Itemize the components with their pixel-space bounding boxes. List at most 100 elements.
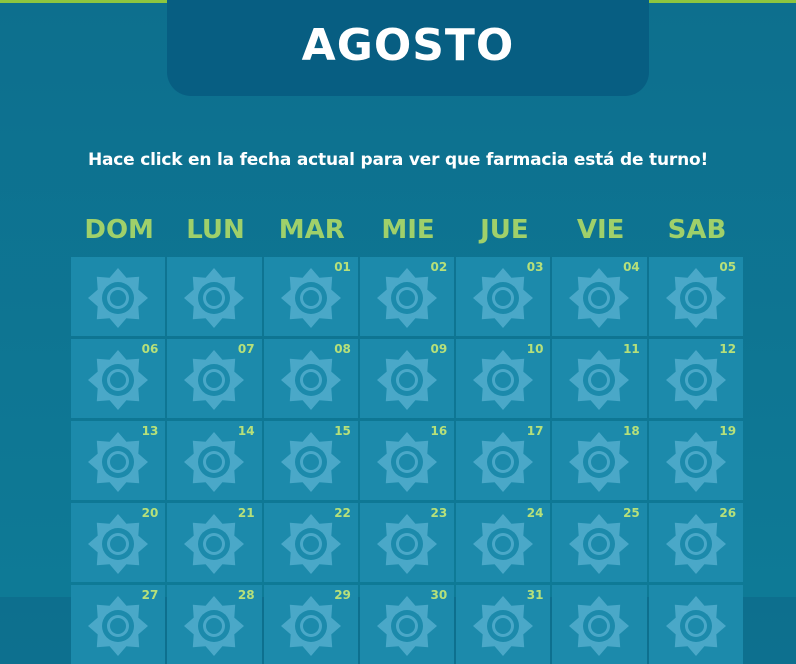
sun-icon [376,349,438,411]
day-number: 15 [334,424,351,438]
calendar-day-cell[interactable]: 05 [648,257,744,336]
calendar-day-cell[interactable]: 19 [648,421,744,500]
calendar-day-cell[interactable]: 16 [359,421,455,500]
day-number: 25 [623,506,640,520]
weekday-header-row: DOM LUN MAR MIE JUE VIE SAB [71,210,745,250]
day-number: 08 [334,342,351,356]
day-number: 05 [719,260,737,274]
calendar-empty-cell [167,257,262,336]
day-number: 14 [237,424,255,438]
calendar-day-cell[interactable]: 20 [71,503,166,582]
day-number: 13 [141,424,159,438]
sun-icon [87,267,149,329]
day-number: 20 [141,506,159,520]
sun-icon [376,595,438,657]
sun-icon [280,513,342,575]
weekday-wednesday: MIE [381,215,435,245]
calendar-day-cell[interactable]: 08 [263,339,358,418]
day-number: 27 [141,588,159,602]
weekday-monday: LUN [186,215,245,245]
calendar-day-cell[interactable]: 15 [263,421,358,500]
day-number: 18 [623,424,640,438]
day-number: 17 [526,424,544,438]
sun-icon [472,431,534,493]
calendar-grid: 01 02 03 04 05 06 07 08 09 10 11 12 13 14 15 16 17 18 19 20… [71,257,745,664]
day-number: 03 [526,260,544,274]
calendar-empty-cell [71,257,166,336]
day-number: 06 [141,342,159,356]
sun-icon [568,431,630,493]
calendar-day-cell[interactable]: 25 [552,503,647,582]
day-number: 12 [719,342,737,356]
sun-icon [376,513,438,575]
calendar-day-cell[interactable]: 11 [552,339,647,418]
sun-icon [87,513,149,575]
sun-icon [183,267,245,329]
day-number: 28 [237,588,255,602]
calendar-day-cell[interactable]: 26 [648,503,744,582]
sun-icon [568,267,630,329]
calendar-day-cell[interactable]: 12 [648,339,744,418]
day-number: 30 [430,588,448,602]
calendar-day-cell[interactable]: 01 [263,257,358,336]
day-number: 09 [430,342,448,356]
calendar-day-cell[interactable]: 21 [167,503,262,582]
calendar-day-cell[interactable]: 17 [456,421,551,500]
weekday-friday: VIE [576,215,625,245]
sun-icon [280,267,342,329]
calendar-day-cell[interactable]: 02 [359,257,455,336]
day-number: 29 [334,588,351,602]
sun-icon [87,431,149,493]
calendar-day-cell[interactable]: 09 [359,339,455,418]
sun-icon [376,267,438,329]
sun-icon [665,595,727,657]
sun-icon [568,595,630,657]
day-number: 22 [334,506,351,520]
weekday-tuesday: MAR [278,215,345,245]
calendar-day-cell[interactable]: 07 [167,339,262,418]
calendar-day-cell[interactable]: 04 [552,257,647,336]
sun-icon [183,349,245,411]
day-number: 01 [334,260,351,274]
calendar-day-cell[interactable]: 22 [263,503,358,582]
day-number: 04 [623,260,640,274]
sun-icon [472,349,534,411]
instruction-text: Hace click en la fecha actual para ver q… [87,150,709,170]
calendar-day-cell[interactable]: 03 [456,257,551,336]
sun-icon [280,431,342,493]
calendar-day-cell[interactable]: 23 [359,503,455,582]
sun-icon [183,431,245,493]
day-number: 26 [719,506,737,520]
sun-icon [376,431,438,493]
sun-icon [87,349,149,411]
sun-icon [87,595,149,657]
calendar-day-cell[interactable]: 10 [456,339,551,418]
calendar-day-cell[interactable]: 18 [552,421,647,500]
day-number: 11 [623,342,640,356]
sun-icon [472,267,534,329]
sun-icon [183,513,245,575]
sun-icon [472,513,534,575]
day-number: 24 [526,506,544,520]
month-title: AGOSTO [301,19,515,71]
day-number: 16 [430,424,448,438]
day-number: 31 [526,588,544,602]
sun-icon [280,349,342,411]
day-number: 10 [526,342,544,356]
sun-icon [472,595,534,657]
sun-icon [665,267,727,329]
month-header: AGOSTO [167,0,649,96]
calendar-day-cell[interactable]: 14 [167,421,262,500]
sun-icon [665,431,727,493]
calendar-day-cell[interactable]: 13 [71,421,166,500]
calendar-day-cell[interactable]: 06 [71,339,166,418]
day-number: 19 [719,424,737,438]
day-number: 02 [430,260,448,274]
day-number: 23 [430,506,448,520]
sun-icon [280,595,342,657]
day-number: 21 [237,506,255,520]
weekday-thursday: JUE [480,215,529,245]
day-number: 07 [237,342,255,356]
calendar-day-cell[interactable]: 24 [456,503,551,582]
sun-icon [665,513,727,575]
